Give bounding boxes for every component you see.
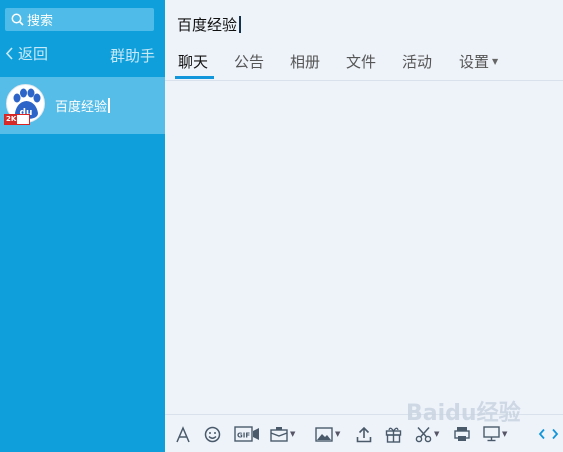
toolbar-prev-button[interactable] <box>538 425 546 443</box>
chat-title-text: 百度经验 <box>177 16 238 34</box>
nav-left-icon <box>538 428 545 440</box>
print-button[interactable] <box>454 425 470 443</box>
tab-settings[interactable]: 设置 ▼ <box>459 51 498 72</box>
gif-icon: GIF <box>234 426 259 442</box>
hongbao-icon <box>270 427 288 442</box>
tab-files[interactable]: 文件 <box>346 51 376 72</box>
badge-text: 2K <box>5 115 18 124</box>
scissors-icon <box>415 426 432 442</box>
font-icon <box>176 425 190 442</box>
tab-activity[interactable]: 活动 <box>402 51 432 72</box>
tab-album[interactable]: 相册 <box>290 51 320 72</box>
conversation-name: 百度经验 <box>55 96 111 115</box>
upload-button[interactable] <box>356 425 372 443</box>
dropdown-caret-icon: ▼ <box>492 57 499 66</box>
dropdown-caret-icon: ▼ <box>434 430 440 438</box>
dropdown-caret-icon: ▼ <box>502 430 508 438</box>
toolbar-next-button[interactable] <box>551 425 559 443</box>
tab-announcement[interactable]: 公告 <box>234 51 264 72</box>
image-icon <box>315 426 333 442</box>
tab-settings-label: 设置 <box>459 53 490 71</box>
upload-icon <box>356 426 372 442</box>
font-button[interactable] <box>175 425 191 443</box>
dropdown-caret-icon: ▼ <box>290 430 296 438</box>
image-button[interactable]: ▼ <box>315 425 340 443</box>
search-icon <box>11 13 24 26</box>
text-cursor <box>108 98 111 113</box>
search-placeholder: 搜索 <box>27 14 54 29</box>
svg-text:GIF: GIF <box>237 432 250 440</box>
sidebar: 搜索 返回 群助手 du 2K 百度经验 <box>0 0 165 452</box>
printer-icon <box>454 427 470 441</box>
text-cursor <box>239 16 242 33</box>
conversation-item[interactable]: du 2K 百度经验 <box>0 77 165 134</box>
group-helper-link[interactable]: 群助手 <box>110 45 155 66</box>
message-area[interactable] <box>165 82 563 414</box>
gift-icon <box>385 427 402 443</box>
emoji-button[interactable] <box>204 425 221 443</box>
chevron-left-icon <box>5 47 13 60</box>
gift-button[interactable] <box>385 425 402 443</box>
screenshot-button[interactable]: ▼ <box>415 425 439 443</box>
screen-icon <box>483 426 500 442</box>
redpacket-button[interactable]: ▼ <box>270 425 295 443</box>
chat-title: 百度经验 <box>177 14 242 35</box>
level-badge: 2K <box>4 114 30 125</box>
active-tab-indicator <box>175 76 214 79</box>
conversation-name-text: 百度经验 <box>55 100 108 115</box>
tab-bar: 聊天 公告 相册 文件 活动 设置 ▼ <box>165 46 563 81</box>
chat-panel: 百度经验 聊天 公告 相册 文件 活动 设置 ▼ GIF ▼ ▼ ▼ ▼ <box>165 0 563 452</box>
dropdown-caret-icon: ▼ <box>335 430 341 438</box>
tab-chat[interactable]: 聊天 <box>178 51 208 72</box>
back-button[interactable]: 返回 <box>5 43 48 64</box>
gif-button[interactable]: GIF <box>234 425 260 443</box>
nav-right-icon <box>552 428 559 440</box>
input-toolbar: GIF ▼ ▼ ▼ ▼ <box>165 414 563 452</box>
emoji-icon <box>204 426 221 442</box>
search-input[interactable]: 搜索 <box>5 8 154 31</box>
back-label: 返回 <box>18 45 49 63</box>
screen-share-button[interactable]: ▼ <box>483 425 507 443</box>
sidebar-nav-row: 返回 群助手 <box>0 43 165 67</box>
